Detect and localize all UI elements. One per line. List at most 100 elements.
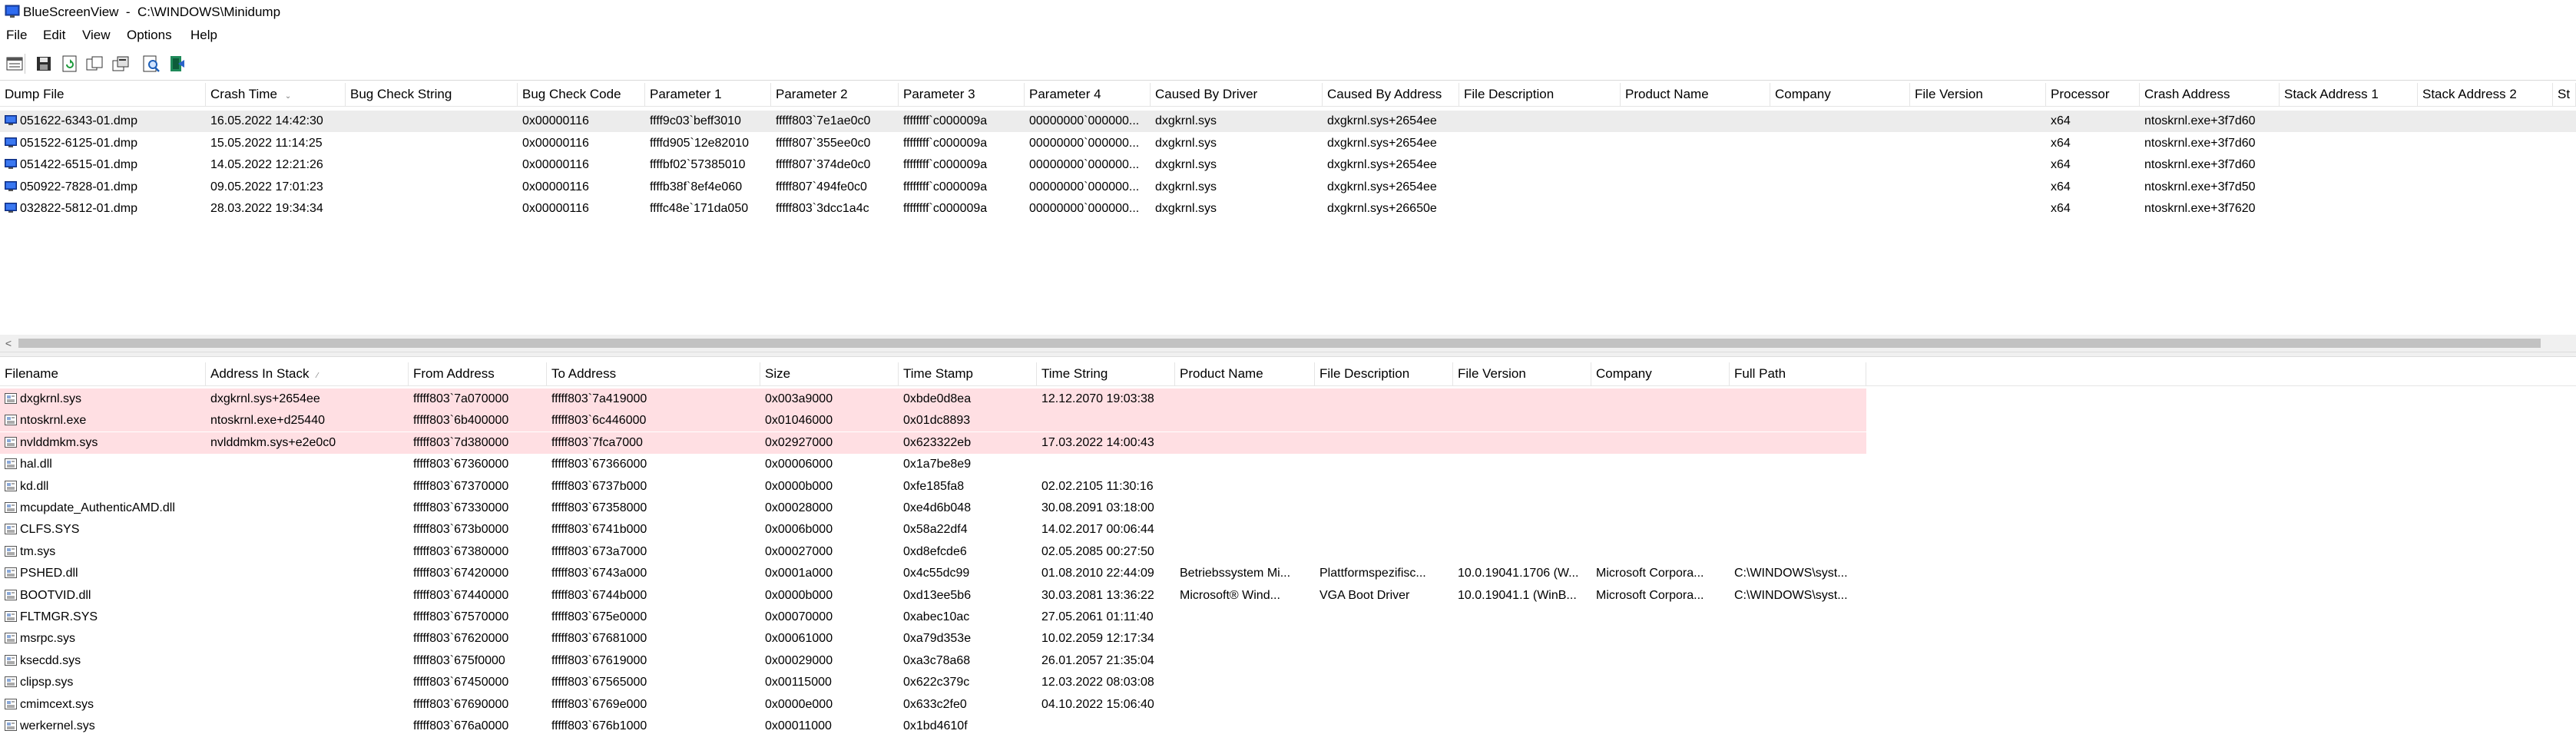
column-header-label: File Description (1319, 366, 1410, 381)
menu-view[interactable]: View (82, 28, 111, 43)
module-row[interactable]: dxgkrnl.sys dxgkrnl.sys+2654ee fffff803`7a… (0, 388, 1866, 410)
column-header-stack-address-2[interactable]: Stack Address 2 (2418, 83, 2553, 106)
module-row[interactable]: hal.dll fffff803`67360000 fffff803`6736600… (0, 454, 2576, 475)
cell-crash-address: ntoskrnl.exe+3f7620 (2144, 202, 2256, 216)
column-header-file-version[interactable]: File Version (1453, 362, 1591, 385)
cell-filename: FLTMGR.SYS (0, 607, 206, 628)
save-icon[interactable] (34, 54, 54, 74)
column-header-time-string[interactable]: Time String (1037, 362, 1175, 385)
scrollbar-thumb[interactable] (18, 339, 2541, 348)
module-row[interactable]: mcupdate_AuthenticAMD.dll fffff803`673300… (0, 498, 2576, 519)
column-header-dump-file[interactable]: Dump File (0, 83, 206, 106)
column-header-bug-check-code[interactable]: Bug Check Code (518, 83, 645, 106)
dump-file-icon (5, 203, 17, 213)
module-row[interactable]: FLTMGR.SYS fffff803`67570000 fffff803`675e… (0, 607, 2576, 628)
column-header-parameter-4[interactable]: Parameter 4 (1025, 83, 1151, 106)
cell-product-name (1175, 541, 1315, 563)
column-header-file-version[interactable]: File Version (1910, 83, 2046, 106)
column-header-caused-by-address[interactable]: Caused By Address (1323, 83, 1459, 106)
column-header-to-address[interactable]: To Address (547, 362, 760, 385)
pane-splitter[interactable] (0, 352, 2576, 357)
module-row[interactable]: PSHED.dll fffff803`67420000 fffff803`6743a… (0, 563, 2576, 584)
cell-product-name (1175, 432, 1315, 454)
column-header-time-stamp[interactable]: Time Stamp (899, 362, 1037, 385)
module-row[interactable]: nvlddmkm.sys nvlddmkm.sys+e2e0c0 fffff803`… (0, 431, 1866, 454)
module-row[interactable]: kd.dll fffff803`67370000 fffff803`6737b000… (0, 476, 2576, 498)
column-header-label: Crash Address (2144, 87, 2230, 101)
properties-icon[interactable] (5, 54, 25, 74)
column-header-processor[interactable]: Processor (2046, 83, 2140, 106)
cell-parameter-3: ffffffff`c000009a (903, 180, 988, 193)
column-header-full-path[interactable]: Full Path (1730, 362, 1866, 385)
module-row[interactable]: tm.sys fffff803`67380000 fffff803`673a7000… (0, 541, 2576, 563)
cell-file-version: 10.0.19041.1 (WinB... (1458, 588, 1577, 602)
column-header-label: Caused By Address (1327, 87, 1442, 101)
column-header-file-description[interactable]: File Description (1459, 83, 1621, 106)
cell-filename: mcupdate_AuthenticAMD.dll (0, 498, 206, 519)
dump-row[interactable]: 032822-5812-01.dmp 28.03.2022 19:34:34 0x0… (0, 198, 2576, 220)
column-header-file-description[interactable]: File Description (1315, 362, 1453, 385)
cell-time-string: 12.03.2022 08:03:08 (1041, 676, 1154, 689)
cell-product-name (1621, 111, 1770, 132)
cell-file-description (1315, 410, 1453, 431)
dump-row[interactable]: 051422-6515-01.dmp 14.05.2022 12:21:26 0x0… (0, 154, 2576, 176)
column-header-crash-time[interactable]: Crash Time ⌄ (206, 83, 346, 106)
refresh-icon[interactable] (60, 54, 80, 74)
module-row[interactable]: msrpc.sys fffff803`67620000 fffff803`67681… (0, 628, 2576, 650)
module-row[interactable]: ntoskrnl.exe ntoskrnl.exe+d25440 fffff803`… (0, 410, 1866, 432)
column-header-label: From Address (413, 366, 495, 381)
cell-file-description (1315, 628, 1453, 650)
module-list[interactable]: Filename Address In Stack ⁄ From Address To … (0, 362, 2576, 734)
cell-from-address: fffff803`67330000 (413, 501, 509, 514)
module-row[interactable]: BOOTVID.dll fffff803`67440000 fffff803`674… (0, 585, 2576, 607)
find-icon[interactable] (141, 54, 161, 74)
exit-icon[interactable] (167, 54, 187, 74)
cell-stack-address-2 (2418, 154, 2553, 176)
column-header-st[interactable]: St (2553, 83, 2576, 106)
column-header-filename[interactable]: Filename (0, 362, 206, 385)
cell-to-address: fffff803`675e0000 (551, 610, 647, 623)
column-header-from-address[interactable]: From Address (409, 362, 547, 385)
column-header-caused-by-driver[interactable]: Caused By Driver (1151, 83, 1323, 106)
module-row[interactable]: cmimcext.sys fffff803`67690000 fffff803`67… (0, 694, 2576, 716)
cell-parameter-1: ffffc48e`171da050 (650, 202, 749, 216)
module-row[interactable]: CLFS.SYS fffff803`673b0000 fffff803`6741b0… (0, 519, 2576, 541)
cell-address-in-stack (206, 672, 409, 693)
menu-file[interactable]: File (6, 28, 27, 43)
dump-row[interactable]: 051522-6125-01.dmp 15.05.2022 11:14:25 0x0… (0, 133, 2576, 154)
scroll-left-icon[interactable]: < (0, 335, 17, 352)
cell-from-address: fffff803`67370000 (413, 479, 509, 493)
advanced-options-icon[interactable] (111, 54, 131, 74)
column-header-address-in-stack[interactable]: Address In Stack ⁄ (206, 362, 409, 385)
dump-list-scrollbar[interactable]: < (0, 335, 2576, 352)
column-header-product-name[interactable]: Product Name (1621, 83, 1770, 106)
module-row[interactable]: werkernel.sys fffff803`676a0000 fffff803`6… (0, 716, 2576, 734)
column-header-parameter-2[interactable]: Parameter 2 (771, 83, 899, 106)
column-header-company[interactable]: Company (1591, 362, 1730, 385)
copy-icon[interactable] (84, 54, 104, 74)
column-header-size[interactable]: Size (760, 362, 899, 385)
column-header-product-name[interactable]: Product Name (1175, 362, 1315, 385)
cell-parameter-1: ffffbf02`57385010 (650, 158, 746, 172)
column-header-label: Size (765, 366, 791, 381)
column-header-parameter-1[interactable]: Parameter 1 (645, 83, 771, 106)
column-header-bug-check-string[interactable]: Bug Check String (346, 83, 518, 106)
cell-file-description (1315, 519, 1453, 541)
column-header-stack-address-1[interactable]: Stack Address 1 (2280, 83, 2418, 106)
cell-file-description (1315, 498, 1453, 519)
column-header-parameter-3[interactable]: Parameter 3 (899, 83, 1025, 106)
module-row[interactable]: ksecdd.sys fffff803`675f0000 fffff803`6761… (0, 650, 2576, 672)
menu-help[interactable]: Help (190, 28, 217, 43)
dump-row[interactable]: 050922-7828-01.dmp 09.05.2022 17:01:23 0x0… (0, 177, 2576, 198)
column-header-crash-address[interactable]: Crash Address (2140, 83, 2280, 106)
module-row[interactable]: clipsp.sys fffff803`67450000 fffff803`6756… (0, 672, 2576, 693)
dump-row[interactable]: 051622-6343-01.dmp 16.05.2022 14:42:30 0x0… (0, 111, 2576, 132)
menu-edit[interactable]: Edit (43, 28, 65, 43)
cell-caused-by-driver: dxgkrnl.sys (1155, 202, 1217, 216)
dump-file-list[interactable]: Dump File Crash Time ⌄ Bug Check String Bug … (0, 83, 2576, 335)
column-header-company[interactable]: Company (1770, 83, 1910, 106)
cell-from-address: fffff803`67380000 (413, 544, 509, 558)
menu-options[interactable]: Options (127, 28, 172, 43)
cell-product-name: Microsoft® Wind... (1180, 588, 1280, 602)
cell-company (1591, 432, 1730, 454)
